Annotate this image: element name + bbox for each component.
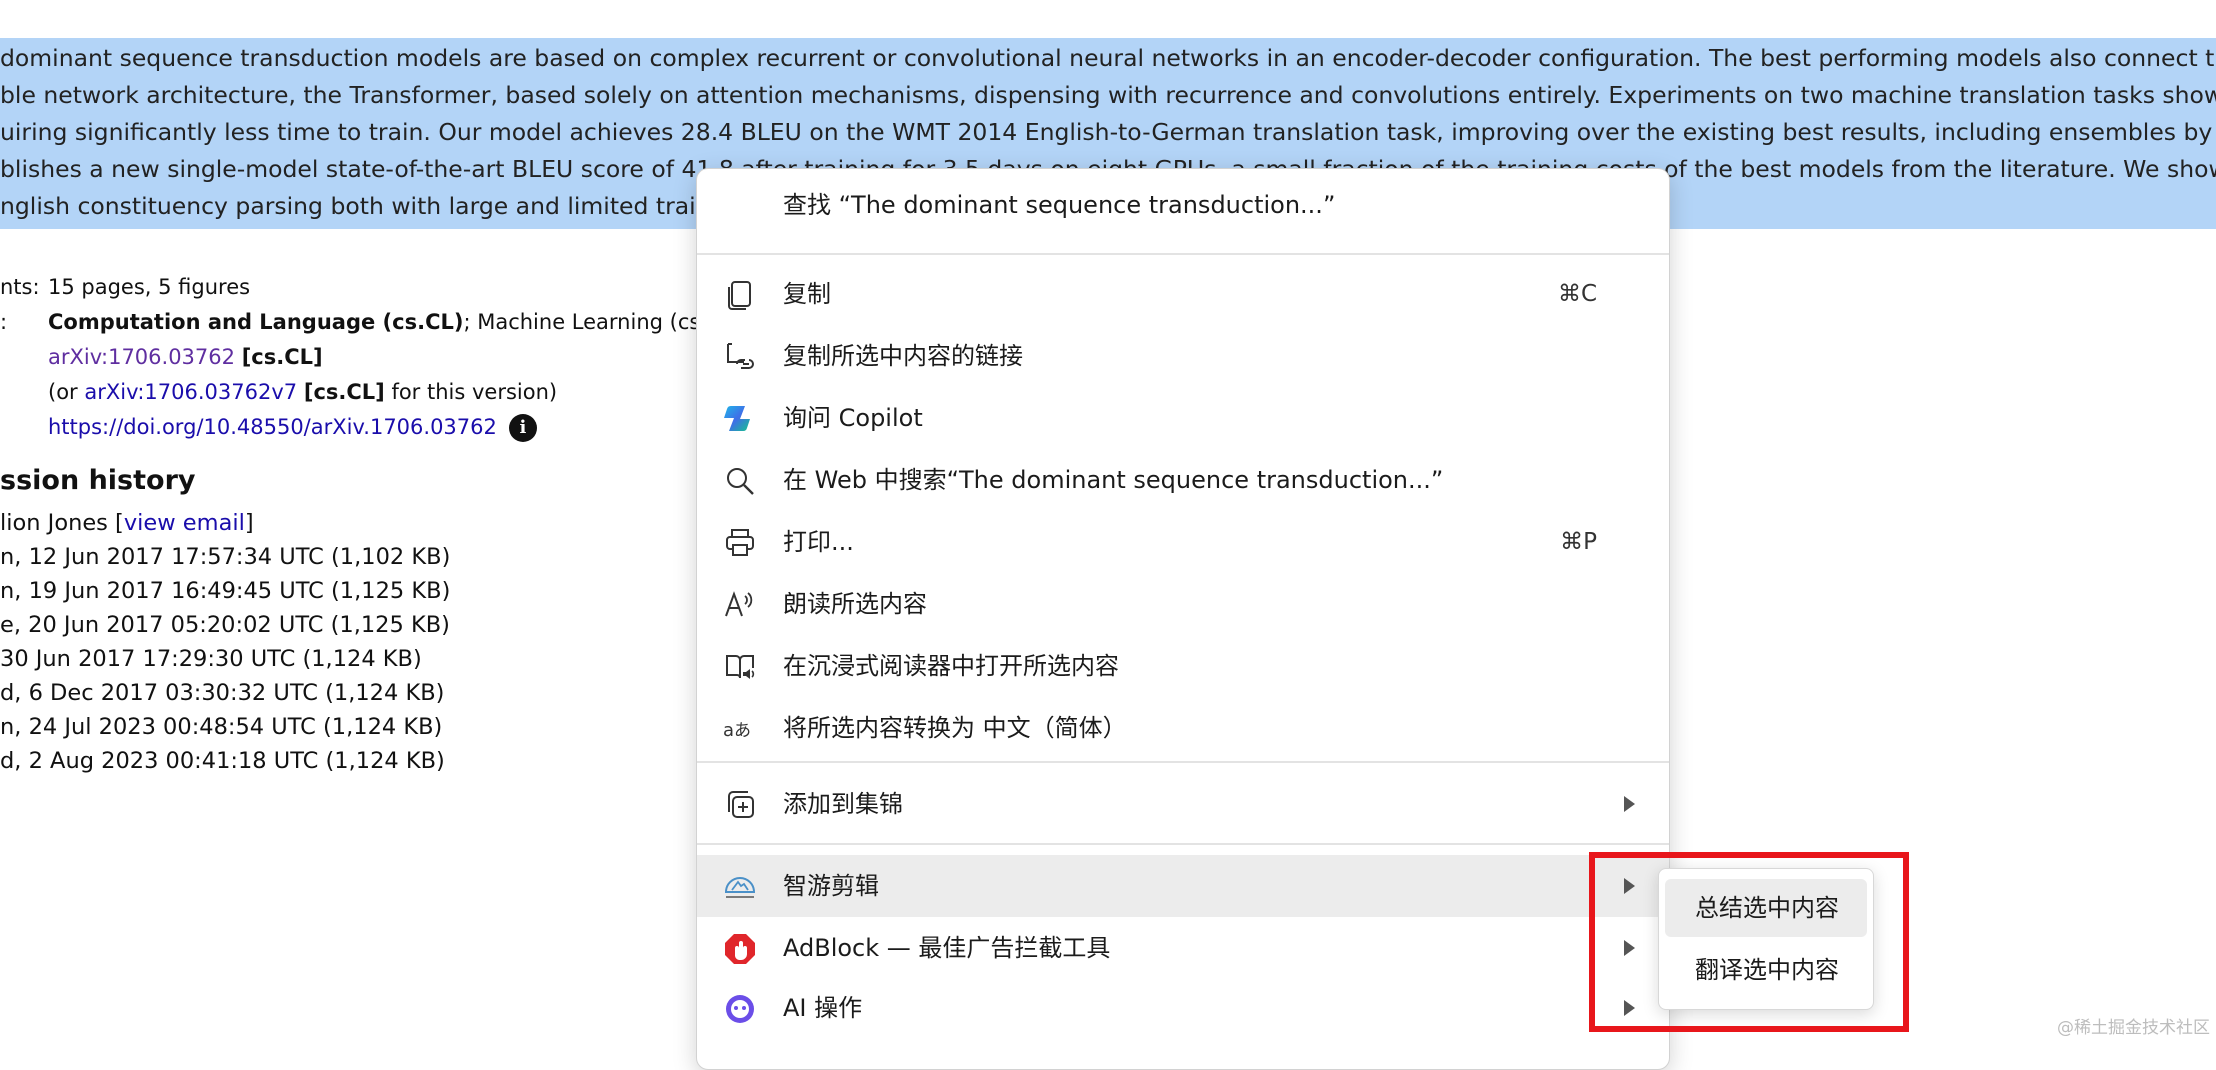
history-entry: n, 12 Jun 2017 17:57:34 UTC (1,102 KB): [0, 544, 451, 570]
menu-item-label: 在沉浸式阅读器中打开所选内容: [783, 652, 1119, 680]
print-icon: [726, 529, 754, 556]
version-prefix: (or: [48, 380, 85, 404]
svg-text:あ: あ: [734, 721, 751, 741]
menu-item-label: 复制: [783, 280, 831, 308]
menu-item-copy[interactable]: 复制 ⌘C: [697, 263, 1669, 325]
menu-item-find[interactable]: 查找 “The dominant sequence transduction..…: [697, 174, 1669, 236]
abstract-line: uiring significantly less time to train.…: [0, 118, 2216, 146]
ai-ops-icon: [726, 995, 754, 1023]
menu-item-ask-copilot[interactable]: 询问 Copilot: [697, 387, 1669, 449]
history-entry: d, 2 Aug 2023 00:41:18 UTC (1,124 KB): [0, 748, 445, 774]
menu-separator: [697, 843, 1669, 845]
menu-item-smart-clip[interactable]: 智游剪辑: [697, 855, 1669, 917]
doi-link[interactable]: https://doi.org/10.48550/arXiv.1706.0376…: [48, 415, 497, 439]
comments-key: nts:: [0, 275, 40, 299]
arxiv-version-link[interactable]: arXiv:1706.03762v7: [84, 380, 297, 404]
submission-history-list: lion Jones [view email] n, 12 Jun 2017 1…: [0, 506, 450, 778]
menu-item-copy-link[interactable]: 复制所选中内容的链接: [697, 325, 1669, 387]
translate-icon: a あ: [723, 720, 751, 741]
subjects-value: Computation and Language (cs.CL); Machin…: [48, 305, 743, 340]
print-shortcut: ⌘P: [1560, 529, 1597, 555]
menu-item-label: 将所选内容转换为 中文（简体）: [783, 714, 1127, 742]
history-entry: d, 6 Dec 2017 03:30:32 UTC (1,124 KB): [0, 680, 445, 706]
menu-item-translate[interactable]: a あ 将所选内容转换为 中文（简体）: [697, 697, 1669, 759]
subjects-key: :: [0, 310, 8, 334]
history-entry: n, 19 Jun 2017 16:49:45 UTC (1,125 KB): [0, 578, 451, 604]
menu-item-label: 询问 Copilot: [783, 404, 923, 432]
info-icon[interactable]: i: [508, 414, 537, 442]
menu-item-label: 在 Web 中搜索“The dominant sequence transduc…: [783, 466, 1444, 494]
view-email-link[interactable]: view email: [124, 510, 245, 536]
copilot-icon: [724, 405, 750, 432]
cite-as-value: arXiv:1706.03762 [cs.CL]: [48, 340, 323, 375]
menu-item-label: 智游剪辑: [783, 872, 879, 900]
menu-item-label: 打印...: [783, 528, 854, 556]
submitter-suffix: ]: [244, 510, 254, 536]
history-entry: e, 20 Jun 2017 05:20:02 UTC (1,125 KB): [0, 612, 450, 638]
submitter-line: lion Jones [view email]: [0, 506, 450, 540]
context-menu: 查找 “The dominant sequence transduction..…: [696, 168, 1670, 1070]
menu-item-label: AI 操作: [783, 994, 863, 1022]
menu-item-print[interactable]: 打印... ⌘P: [697, 511, 1669, 573]
menu-item-label: 添加到集锦: [783, 790, 903, 818]
watermark: @稀土掘金技术社区: [2057, 1018, 2210, 1038]
svg-text:a: a: [723, 720, 734, 741]
history-entry: n, 24 Jul 2023 00:48:54 UTC (1,124 KB): [0, 714, 443, 740]
read-aloud-icon: [725, 591, 753, 617]
search-icon: [727, 468, 754, 495]
version-value: (or arXiv:1706.03762v7 [cs.CL] for this …: [48, 375, 557, 410]
menu-item-web-search[interactable]: 在 Web 中搜索“The dominant sequence transduc…: [697, 449, 1669, 511]
menu-separator: [697, 253, 1669, 255]
smart-clip-icon: [724, 877, 756, 898]
version-category: [cs.CL]: [303, 380, 385, 404]
primary-subject: Computation and Language (cs.CL): [48, 310, 464, 334]
menu-item-read-aloud[interactable]: 朗读所选内容: [697, 573, 1669, 635]
copy-icon: [728, 281, 751, 310]
arxiv-category: [cs.CL]: [241, 345, 323, 369]
menu-item-immersive-reader[interactable]: 在沉浸式阅读器中打开所选内容: [697, 635, 1669, 697]
copy-link-icon: [727, 343, 754, 369]
arxiv-id-link[interactable]: arXiv:1706.03762: [48, 345, 235, 369]
menu-item-ai-ops[interactable]: AI 操作: [697, 977, 1669, 1039]
menu-item-label: 复制所选中内容的链接: [783, 342, 1023, 370]
menu-item-adblock[interactable]: AdBlock — 最佳广告拦截工具: [697, 917, 1669, 979]
copy-shortcut: ⌘C: [1557, 281, 1597, 307]
immersive-reader-icon: [726, 655, 755, 679]
submission-history-heading: ssion history: [0, 465, 196, 496]
submenu-arrow-icon: [1624, 796, 1635, 812]
version-suffix: for this version): [384, 380, 558, 404]
abstract-line: ble network architecture, the Transforme…: [0, 81, 2216, 109]
comments-value: 15 pages, 5 figures: [48, 275, 251, 299]
doi-value: https://doi.org/10.48550/arXiv.1706.0376…: [48, 410, 537, 445]
adblock-icon: [725, 934, 755, 964]
menu-item-label: 朗读所选内容: [783, 590, 927, 618]
history-entry: 30 Jun 2017 17:29:30 UTC (1,124 KB): [0, 646, 422, 672]
menu-item-label: 查找 “The dominant sequence transduction..…: [783, 191, 1336, 219]
menu-item-add-to-collections[interactable]: 添加到集锦: [697, 773, 1669, 835]
submitter-name: lion Jones [: [0, 510, 124, 536]
menu-item-label: AdBlock — 最佳广告拦截工具: [783, 934, 1111, 962]
menu-separator: [697, 761, 1669, 763]
annotation-highlight-box: [1589, 852, 1909, 1032]
collections-icon: [728, 791, 754, 818]
abstract-line: dominant sequence transduction models ar…: [0, 44, 2216, 72]
